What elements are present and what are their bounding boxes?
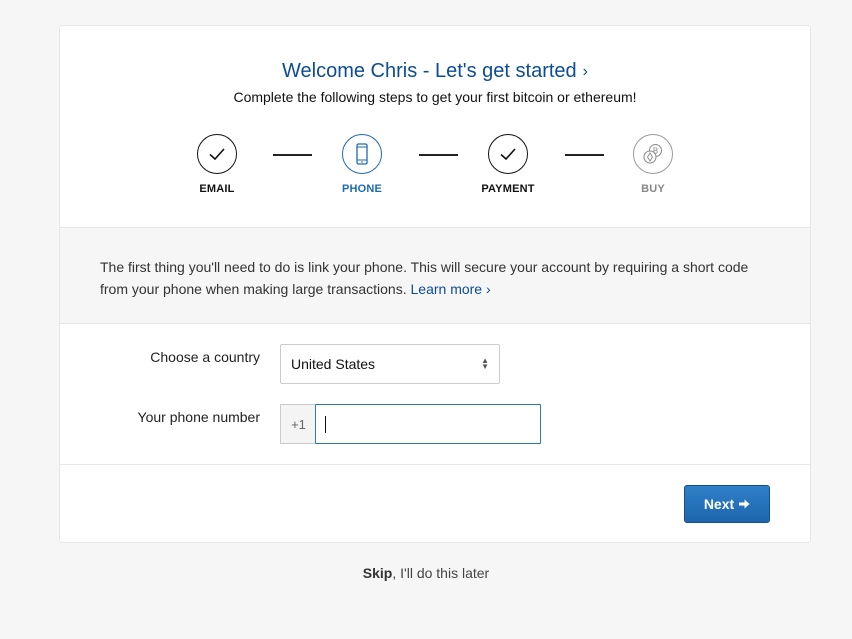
- skip-rest: , I'll do this later: [392, 565, 490, 581]
- check-icon: [209, 148, 225, 161]
- coins-icon: B: [643, 144, 662, 164]
- page-title-text: Welcome Chris - Let's get started: [282, 60, 577, 82]
- chevron-right-icon: ›: [485, 281, 491, 297]
- step-payment: PAYMENT: [468, 134, 548, 195]
- step-email: EMAIL: [177, 134, 257, 195]
- step-phone-circle: [342, 134, 382, 174]
- skip-link[interactable]: Skip, I'll do this later: [0, 565, 852, 581]
- onboarding-card: Welcome Chris - Let's get started › Compl…: [59, 25, 811, 543]
- step-buy-circle: B: [633, 134, 673, 174]
- step-label: BUY: [641, 183, 665, 195]
- step-label: EMAIL: [199, 183, 235, 195]
- skip-bold: Skip: [362, 565, 393, 581]
- card-footer: Next: [60, 465, 810, 543]
- country-select-value: United States: [291, 356, 376, 372]
- chevron-right-icon: ›: [582, 63, 588, 80]
- country-label: Choose a country: [150, 349, 260, 365]
- next-button[interactable]: Next: [684, 485, 770, 523]
- phone-icon: [356, 143, 368, 165]
- page-title[interactable]: Welcome Chris - Let's get started ›: [60, 60, 810, 83]
- learn-more-label: Learn more: [410, 281, 483, 297]
- next-button-label: Next: [703, 496, 735, 512]
- step-connector: [565, 154, 604, 156]
- phone-label: Your phone number: [137, 409, 260, 425]
- onboarding-header: Welcome Chris - Let's get started › Compl…: [60, 26, 810, 228]
- select-arrows-icon: ▲ ▼: [481, 356, 489, 371]
- check-icon: [500, 148, 516, 161]
- arrow-right-icon: [739, 499, 750, 509]
- page-subtitle: Complete the following steps to get your…: [233, 89, 637, 105]
- step-buy: B BUY: [613, 134, 693, 195]
- step-connector: [273, 154, 312, 156]
- step-label: PHONE: [341, 183, 383, 195]
- phone-form: Choose a country United States ▲ ▼ Your p…: [60, 324, 810, 465]
- info-panel: The first thing you'll need to do is lin…: [60, 228, 810, 324]
- text-caret: [325, 415, 326, 433]
- learn-more-link[interactable]: Learn more ›: [411, 281, 491, 297]
- step-phone: PHONE: [322, 134, 402, 195]
- phone-country-code: +1: [280, 404, 316, 444]
- step-label: PAYMENT: [481, 183, 535, 195]
- step-connector: [419, 154, 458, 156]
- country-select[interactable]: United States ▲ ▼: [280, 344, 500, 384]
- step-email-circle: [197, 134, 237, 174]
- step-payment-circle: [488, 134, 528, 174]
- phone-number-input[interactable]: [315, 404, 541, 444]
